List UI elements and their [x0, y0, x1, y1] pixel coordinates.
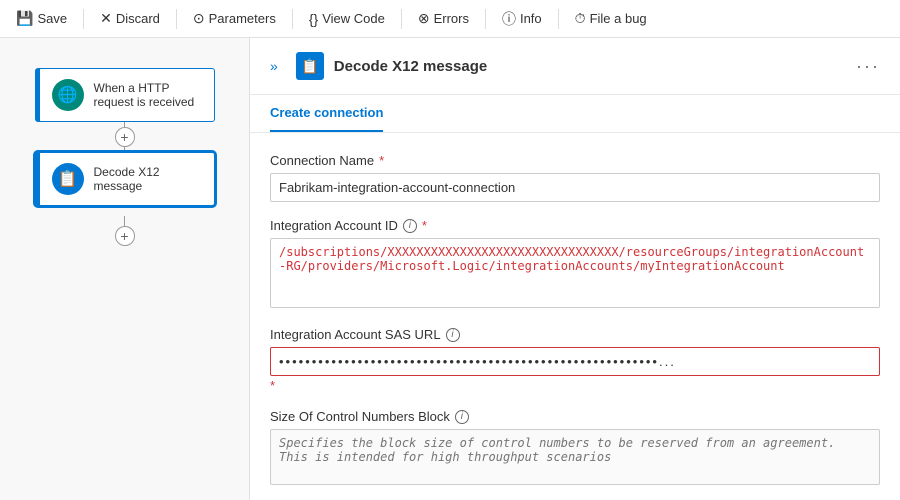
http-trigger-label: When a HTTP request is received: [94, 81, 202, 109]
integration-account-id-required: *: [422, 218, 427, 233]
parameters-label: Parameters: [209, 11, 276, 26]
save-label: Save: [37, 11, 67, 26]
form-body: Connection Name * Integration Account ID…: [250, 133, 900, 500]
info-icon: ⓘ: [502, 9, 516, 29]
integration-sas-url-group: Integration Account SAS URL i *: [270, 327, 880, 393]
info-label: Info: [520, 11, 542, 26]
connection-name-label: Connection Name: [270, 153, 374, 168]
connector-2: +: [115, 216, 135, 246]
http-trigger-node[interactable]: 🌐 When a HTTP request is received: [35, 68, 215, 122]
info-button[interactable]: ⓘ Info: [494, 5, 550, 33]
toolbar: 💾 Save ✕ Discard ⊙ Parameters {} View Co…: [0, 0, 900, 38]
connection-name-label-row: Connection Name *: [270, 153, 880, 168]
integration-sas-url-input[interactable]: [270, 347, 880, 376]
integration-account-id-group: Integration Account ID i * /subscription…: [270, 218, 880, 311]
sas-url-required-marker: *: [270, 378, 880, 393]
control-numbers-label-row: Size Of Control Numbers Block i: [270, 409, 880, 424]
add-step-button-1[interactable]: +: [115, 127, 135, 147]
sep4: [401, 9, 402, 29]
expand-icon[interactable]: »: [270, 58, 278, 74]
control-numbers-group: Size Of Control Numbers Block i: [270, 409, 880, 488]
sep1: [83, 9, 84, 29]
integration-account-id-info-icon[interactable]: i: [403, 219, 417, 233]
panel-title: Decode X12 message: [334, 58, 846, 75]
sep3: [292, 9, 293, 29]
file-bug-label: File a bug: [590, 11, 647, 26]
file-bug-icon: ⏱: [575, 10, 586, 27]
errors-icon: ⊗: [418, 10, 430, 27]
errors-button[interactable]: ⊗ Errors: [410, 6, 477, 31]
control-numbers-input[interactable]: [270, 429, 880, 485]
view-code-icon: {}: [309, 11, 318, 27]
decode-x12-label: Decode X12 message: [94, 165, 202, 193]
connection-name-required: *: [379, 153, 384, 168]
connector-line-3: [124, 216, 125, 226]
sep6: [558, 9, 559, 29]
view-code-button[interactable]: {} View Code: [301, 7, 393, 31]
decode-x12-node[interactable]: 📋 Decode X12 message: [35, 152, 215, 206]
panel-header: » 📋 Decode X12 message ···: [250, 38, 900, 95]
http-trigger-icon: 🌐: [52, 79, 84, 111]
parameters-icon: ⊙: [193, 10, 205, 27]
sep2: [176, 9, 177, 29]
errors-label: Errors: [434, 11, 469, 26]
file-bug-button[interactable]: ⏱ File a bug: [567, 6, 655, 31]
integration-sas-url-label-row: Integration Account SAS URL i: [270, 327, 880, 342]
integration-sas-url-info-icon[interactable]: i: [446, 328, 460, 342]
discard-button[interactable]: ✕ Discard: [92, 6, 168, 31]
save-icon: 💾: [16, 10, 33, 27]
integration-account-id-label: Integration Account ID: [270, 218, 398, 233]
connection-name-input[interactable]: [270, 173, 880, 202]
panel-header-icon: 📋: [296, 52, 324, 80]
add-step-button-2[interactable]: +: [115, 226, 135, 246]
save-button[interactable]: 💾 Save: [8, 6, 75, 31]
right-panel: » 📋 Decode X12 message ··· Create connec…: [250, 38, 900, 500]
integration-account-id-label-row: Integration Account ID i *: [270, 218, 880, 233]
integration-sas-url-label: Integration Account SAS URL: [270, 327, 441, 342]
control-numbers-label: Size Of Control Numbers Block: [270, 409, 450, 424]
control-numbers-info-icon[interactable]: i: [455, 410, 469, 424]
connection-name-group: Connection Name *: [270, 153, 880, 202]
panel-tabs: Create connection: [250, 95, 900, 133]
integration-account-id-input[interactable]: /subscriptions/XXXXXXXXXXXXXXXXXXXXXXXXX…: [270, 238, 880, 308]
main-layout: 🌐 When a HTTP request is received + 📋 De…: [0, 38, 900, 500]
decode-x12-icon: 📋: [52, 163, 84, 195]
connector-1: +: [115, 122, 135, 152]
view-code-label: View Code: [322, 11, 385, 26]
parameters-button[interactable]: ⊙ Parameters: [185, 6, 284, 31]
create-connection-tab[interactable]: Create connection: [270, 95, 383, 132]
more-options-icon[interactable]: ···: [856, 56, 880, 77]
discard-label: Discard: [116, 11, 160, 26]
sep5: [485, 9, 486, 29]
discard-icon: ✕: [100, 10, 112, 27]
left-panel: 🌐 When a HTTP request is received + 📋 De…: [0, 38, 250, 500]
